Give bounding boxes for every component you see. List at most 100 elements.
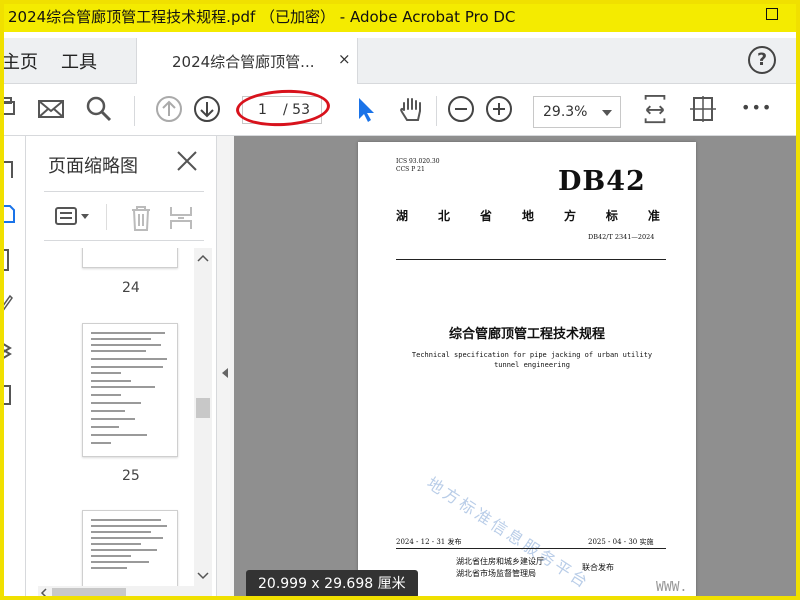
footer-watermark: WWW. [656,580,688,595]
standard-code: DB42 [558,166,646,197]
issue-date: 2024 - 12 - 31 发布 [396,538,462,546]
close-panel-icon[interactable] [176,150,198,172]
divider-line [396,548,666,549]
select-arrow-icon[interactable] [350,94,380,124]
thumbnail-text-line [91,442,111,444]
thumbnail-text-line [91,567,127,569]
help-icon[interactable]: ? [748,46,776,74]
zoom-out-icon[interactable] [446,94,476,124]
heading-char: 方 [563,209,576,223]
thumbnail-page-label: 25 [122,468,140,484]
next-page-icon[interactable] [192,94,222,124]
attachment-icon[interactable] [4,246,16,274]
extract-page-icon[interactable] [168,204,194,232]
divider-line [396,259,666,260]
pdf-page: ICS 93.020.30 CCS P 21 DB42 湖 北 省 地 方 标 … [358,142,696,596]
page-thumbnail[interactable] [82,510,178,588]
document-title-en: Technical specification for pipe jacking… [411,351,653,369]
page-thumbnail[interactable] [82,248,178,268]
zoom-value: 29.3% [543,104,588,120]
bookmark-icon[interactable] [4,158,16,182]
scrollbar-thumb[interactable] [196,398,210,418]
thumbnail-text-line [91,394,121,396]
scroll-up-icon[interactable] [197,254,209,262]
thumbnail-text-line [91,410,125,412]
print-icon[interactable] [4,94,24,124]
thumbnail-text-line [91,332,165,334]
thumbnail-page-label: 24 [122,280,140,296]
document-tab[interactable]: 2024综合管廊顶管... × [136,38,358,84]
email-icon[interactable] [36,94,66,124]
fit-width-icon[interactable] [688,94,718,124]
thumbnail-text-line [91,386,155,388]
ics-line: ICS 93.020.30 [396,158,440,165]
thumbnail-text-line [91,537,163,539]
document-viewer[interactable]: ICS 93.020.30 CCS P 21 DB42 湖 北 省 地 方 标 … [234,136,796,596]
ics-code: ICS 93.020.30 CCS P 21 [396,158,440,174]
signature-icon[interactable] [4,290,16,316]
heading-char: 标 [605,209,618,223]
scroll-down-icon[interactable] [197,572,209,580]
thumbnail-scrollbar[interactable] [194,248,212,588]
thumbnail-options-icon[interactable] [54,206,94,228]
thumbnail-text-line [91,380,131,382]
hand-tool-icon[interactable] [396,94,426,124]
thumbnail-text-line [91,525,167,527]
thumbnail-tools [44,191,204,241]
close-tab-icon[interactable]: × [338,50,351,68]
toolbar-separator [134,96,135,126]
thumbnail-text-line [91,418,135,420]
thumbnail-text-line [91,561,149,563]
horizontal-scrollbar[interactable] [38,586,212,596]
document-properties-icon[interactable] [4,380,16,408]
page-dimensions-tooltip: 20.999 x 29.698 厘米 [246,570,418,596]
joint-issue-label: 联合发布 [582,563,614,572]
heading-char: 湖 [396,209,409,223]
fit-page-icon[interactable] [640,94,670,124]
more-tools-icon[interactable]: ••• [741,98,772,117]
thumbnail-text-line [91,344,161,346]
heading-char: 省 [479,209,492,223]
thumbnail-text-line [91,555,131,557]
collapse-panel-icon[interactable] [222,368,228,378]
previous-page-icon[interactable] [154,94,184,124]
horizontal-scrollbar-thumb[interactable] [52,588,126,596]
issuer-housing-dept: 湖北省住房和城乡建设厅 [456,557,544,566]
acrobat-window: 2024综合管廊顶管工程技术规程.pdf （已加密） - Adobe Acrob… [4,4,796,596]
window-close-icon[interactable] [766,8,778,20]
thumbnail-text-line [91,358,167,360]
toolbar: 1 / 53 29.3% ••• [4,84,796,136]
panel-splitter[interactable] [216,136,234,596]
issuer-market-bureau: 湖北省市场监督管理局 [456,569,536,578]
page-thumbnails-panel: 页面缩略图 24 25 [26,136,216,596]
window-title: 2024综合管廊顶管工程技术规程.pdf （已加密） - Adobe Acrob… [8,8,516,26]
toolbar-separator [436,96,437,126]
trash-icon[interactable] [128,204,154,232]
thumbnail-text-line [91,549,157,551]
thumbnail-text-line [91,531,151,533]
page-thumbnails-icon[interactable] [4,200,18,228]
standard-number: DB42/T 2341—2024 [588,233,655,241]
zoom-in-icon[interactable] [484,94,514,124]
layers-icon[interactable] [4,336,16,364]
search-icon[interactable] [84,94,114,124]
thumbnail-text-line [91,434,147,436]
menu-bar: 主页 工具 2024综合管廊顶管... × ? [4,38,796,84]
provincial-standard-heading: 湖 北 省 地 方 标 准 [396,207,660,224]
zoom-dropdown[interactable]: 29.3% [533,96,621,128]
tools-separator [106,204,107,230]
thumbnail-text-line [91,426,119,428]
heading-char: 北 [437,209,450,223]
scroll-left-icon[interactable] [40,588,48,596]
tools-menu[interactable]: 工具 [61,48,97,74]
left-navigation-strip [4,136,26,596]
heading-char: 地 [521,209,534,223]
page-thumbnail[interactable] [82,323,178,457]
heading-char: 准 [647,209,660,223]
implementation-date: 2025 - 04 - 30 实施 [588,538,654,546]
home-menu[interactable]: 主页 [4,48,38,74]
thumbnail-text-line [91,543,141,545]
thumbnail-text-line [91,372,121,374]
thumbnail-text-line [91,402,141,404]
ccs-line: CCS P 21 [396,166,425,173]
